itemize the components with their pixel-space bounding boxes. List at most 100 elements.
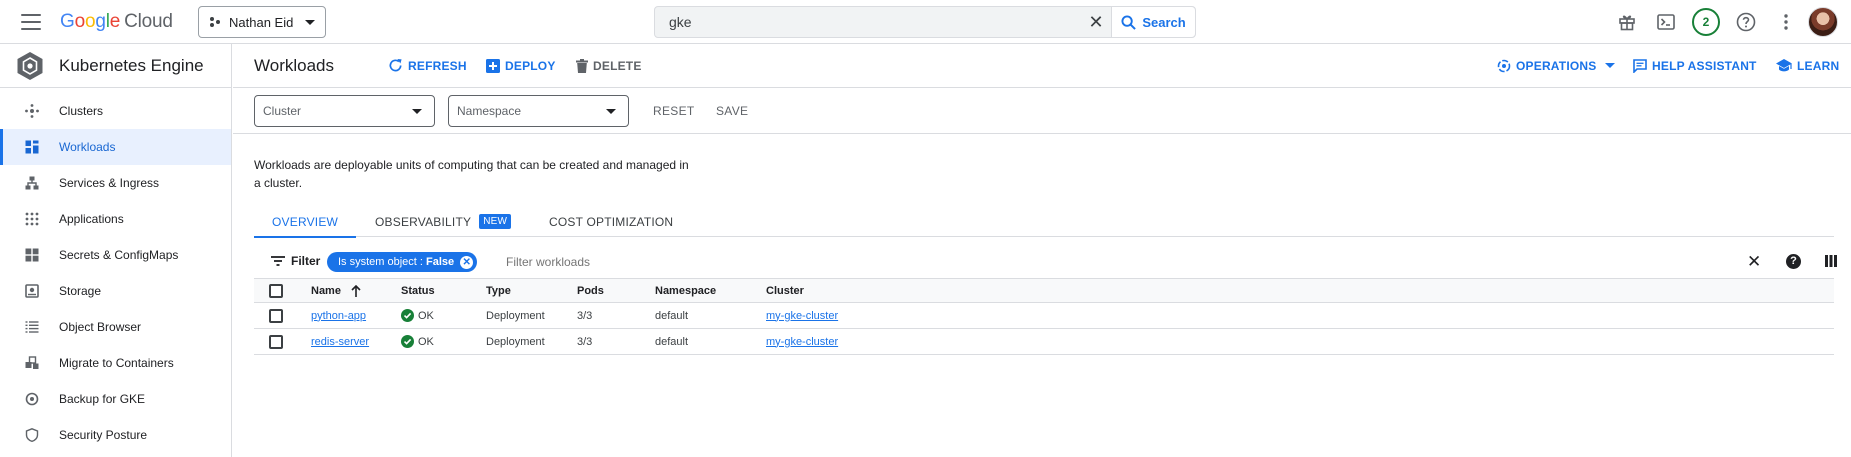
column-header-type[interactable]: Type <box>486 279 511 302</box>
save-button[interactable]: SAVE <box>716 104 748 118</box>
table-row: redis-server OK Deployment 3/3 default m… <box>254 329 1834 355</box>
chevron-down-icon <box>1605 63 1616 68</box>
new-badge: NEW <box>479 214 512 229</box>
refresh-label: REFRESH <box>408 58 467 73</box>
learn-button[interactable]: LEARN <box>1776 58 1839 73</box>
search-button-label: Search <box>1142 14 1186 30</box>
applications-icon <box>24 211 40 227</box>
chevron-down-icon <box>412 109 422 114</box>
column-header-cluster[interactable]: Cluster <box>766 279 804 302</box>
cluster-link[interactable]: my-gke-cluster <box>766 336 838 348</box>
help-assistant-label: HELP ASSISTANT <box>1652 58 1757 73</box>
filter-button[interactable]: Filter <box>271 254 320 268</box>
delete-button[interactable]: DELETE <box>576 58 642 73</box>
avatar[interactable] <box>1808 7 1838 37</box>
sidebar-item-label: Applications <box>59 212 124 226</box>
select-all-checkbox[interactable] <box>269 283 283 298</box>
object-browser-icon <box>24 319 40 335</box>
filter-workloads-input[interactable] <box>506 252 806 272</box>
filter-label: Filter <box>291 254 321 268</box>
sidebar-item-backup-for-gke[interactable]: Backup for GKE <box>0 381 231 417</box>
sidebar: Kubernetes Engine Clusters Workloads Ser… <box>0 44 232 457</box>
refresh-button[interactable]: REFRESH <box>388 58 467 73</box>
status-ok-icon <box>401 309 414 322</box>
page-title: Workloads <box>254 55 334 75</box>
main-content: Workloads REFRESH DEPLOY DELETE OPERATIO… <box>233 44 1851 457</box>
search-input[interactable] <box>655 7 1155 37</box>
tab-overview[interactable]: OVERVIEW <box>254 206 357 238</box>
sidebar-item-label: Storage <box>59 284 102 298</box>
google-cloud-logo[interactable]: Google Cloud <box>60 11 173 33</box>
trash-icon <box>576 58 588 73</box>
deploy-label: DEPLOY <box>505 58 556 73</box>
search-icon <box>1121 14 1137 30</box>
clear-filters-icon[interactable]: ✕ <box>1747 252 1761 272</box>
sidebar-item-migrate-to-containers[interactable]: Migrate to Containers <box>0 345 231 381</box>
filter-chip-text: Is system object : False <box>338 256 455 268</box>
page-description: Workloads are deployable units of comput… <box>254 158 689 190</box>
sort-ascending-icon <box>351 284 361 297</box>
filter-chip[interactable]: Is system object : False ✕ <box>327 252 478 272</box>
gift-icon[interactable] <box>1615 10 1639 34</box>
kubernetes-engine-icon[interactable] <box>15 51 45 81</box>
add-box-icon <box>486 58 500 73</box>
sidebar-item-label: Security Posture <box>59 428 148 442</box>
product-header: Kubernetes Engine <box>0 44 231 88</box>
pods-cell: 3/3 <box>577 309 593 322</box>
operations-button[interactable]: OPERATIONS <box>1497 59 1616 73</box>
sidebar-item-label: Object Browser <box>59 320 142 334</box>
help-assistant-button[interactable]: HELP ASSISTANT <box>1633 59 1757 73</box>
workload-name-link[interactable]: python-app <box>311 310 366 322</box>
search-button[interactable]: Search <box>1111 7 1195 37</box>
migrate-icon <box>24 355 40 371</box>
clear-search-icon[interactable]: ✕ <box>1087 13 1105 31</box>
sidebar-item-clusters[interactable]: Clusters <box>0 93 231 129</box>
sidebar-item-secrets-configmaps[interactable]: Secrets & ConfigMaps <box>0 237 231 273</box>
tab-cost-optimization[interactable]: COST OPTIMIZATION <box>549 206 673 237</box>
namespace-dropdown-label: Namespace <box>457 104 522 118</box>
sidebar-item-storage[interactable]: Storage <box>0 273 231 309</box>
filter-help-icon[interactable]: ? <box>1786 254 1801 269</box>
remove-chip-icon[interactable]: ✕ <box>460 255 474 269</box>
sidebar-item-label: Secrets & ConfigMaps <box>59 248 179 262</box>
school-icon <box>1776 58 1792 71</box>
row-checkbox[interactable] <box>269 308 283 323</box>
services-icon <box>24 175 40 191</box>
column-header-pods[interactable]: Pods <box>577 279 604 302</box>
chevron-down-icon <box>305 19 315 25</box>
sidebar-item-security-posture[interactable]: Security Posture <box>0 417 231 453</box>
sidebar-item-services-ingress[interactable]: Services & Ingress <box>0 165 231 201</box>
namespace-cell: default <box>655 309 689 322</box>
more-vert-icon[interactable] <box>1774 10 1798 34</box>
deploy-button[interactable]: DEPLOY <box>486 58 556 73</box>
main-menu-icon[interactable] <box>20 12 42 32</box>
notifications-badge[interactable]: 2 <box>1692 8 1720 36</box>
help-icon[interactable] <box>1734 10 1758 34</box>
column-display-icon[interactable] <box>1825 255 1837 267</box>
sidebar-item-workloads[interactable]: Workloads <box>0 129 231 165</box>
cloud-shell-icon[interactable] <box>1654 10 1678 34</box>
project-dots-icon <box>210 17 220 27</box>
table-row: python-app OK Deployment 3/3 default my-… <box>254 303 1834 329</box>
workload-name-link[interactable]: redis-server <box>311 336 369 348</box>
reset-button[interactable]: RESET <box>653 104 695 118</box>
namespace-dropdown[interactable]: Namespace <box>448 95 629 127</box>
operations-icon <box>1497 59 1511 72</box>
type-cell: Deployment <box>486 335 545 348</box>
tab-bar: OVERVIEW OBSERVABILITY NEW COST OPTIMIZA… <box>254 206 1834 238</box>
row-checkbox[interactable] <box>269 334 283 349</box>
cluster-dropdown[interactable]: Cluster <box>254 95 435 127</box>
tab-label: OBSERVABILITY <box>375 214 472 229</box>
sidebar-item-object-browser[interactable]: Object Browser <box>0 309 231 345</box>
column-header-name[interactable]: Name <box>311 279 361 302</box>
project-picker[interactable]: Nathan Eid <box>198 6 326 38</box>
cluster-link[interactable]: my-gke-cluster <box>766 310 838 322</box>
column-header-status[interactable]: Status <box>401 279 435 302</box>
column-header-namespace[interactable]: Namespace <box>655 279 716 302</box>
sidebar-item-label: Workloads <box>59 140 116 154</box>
tab-observability[interactable]: OBSERVABILITY NEW <box>375 206 512 237</box>
refresh-icon <box>389 58 402 72</box>
sidebar-item-label: Services & Ingress <box>59 176 160 190</box>
sidebar-item-applications[interactable]: Applications <box>0 201 231 237</box>
backup-icon <box>24 391 40 407</box>
